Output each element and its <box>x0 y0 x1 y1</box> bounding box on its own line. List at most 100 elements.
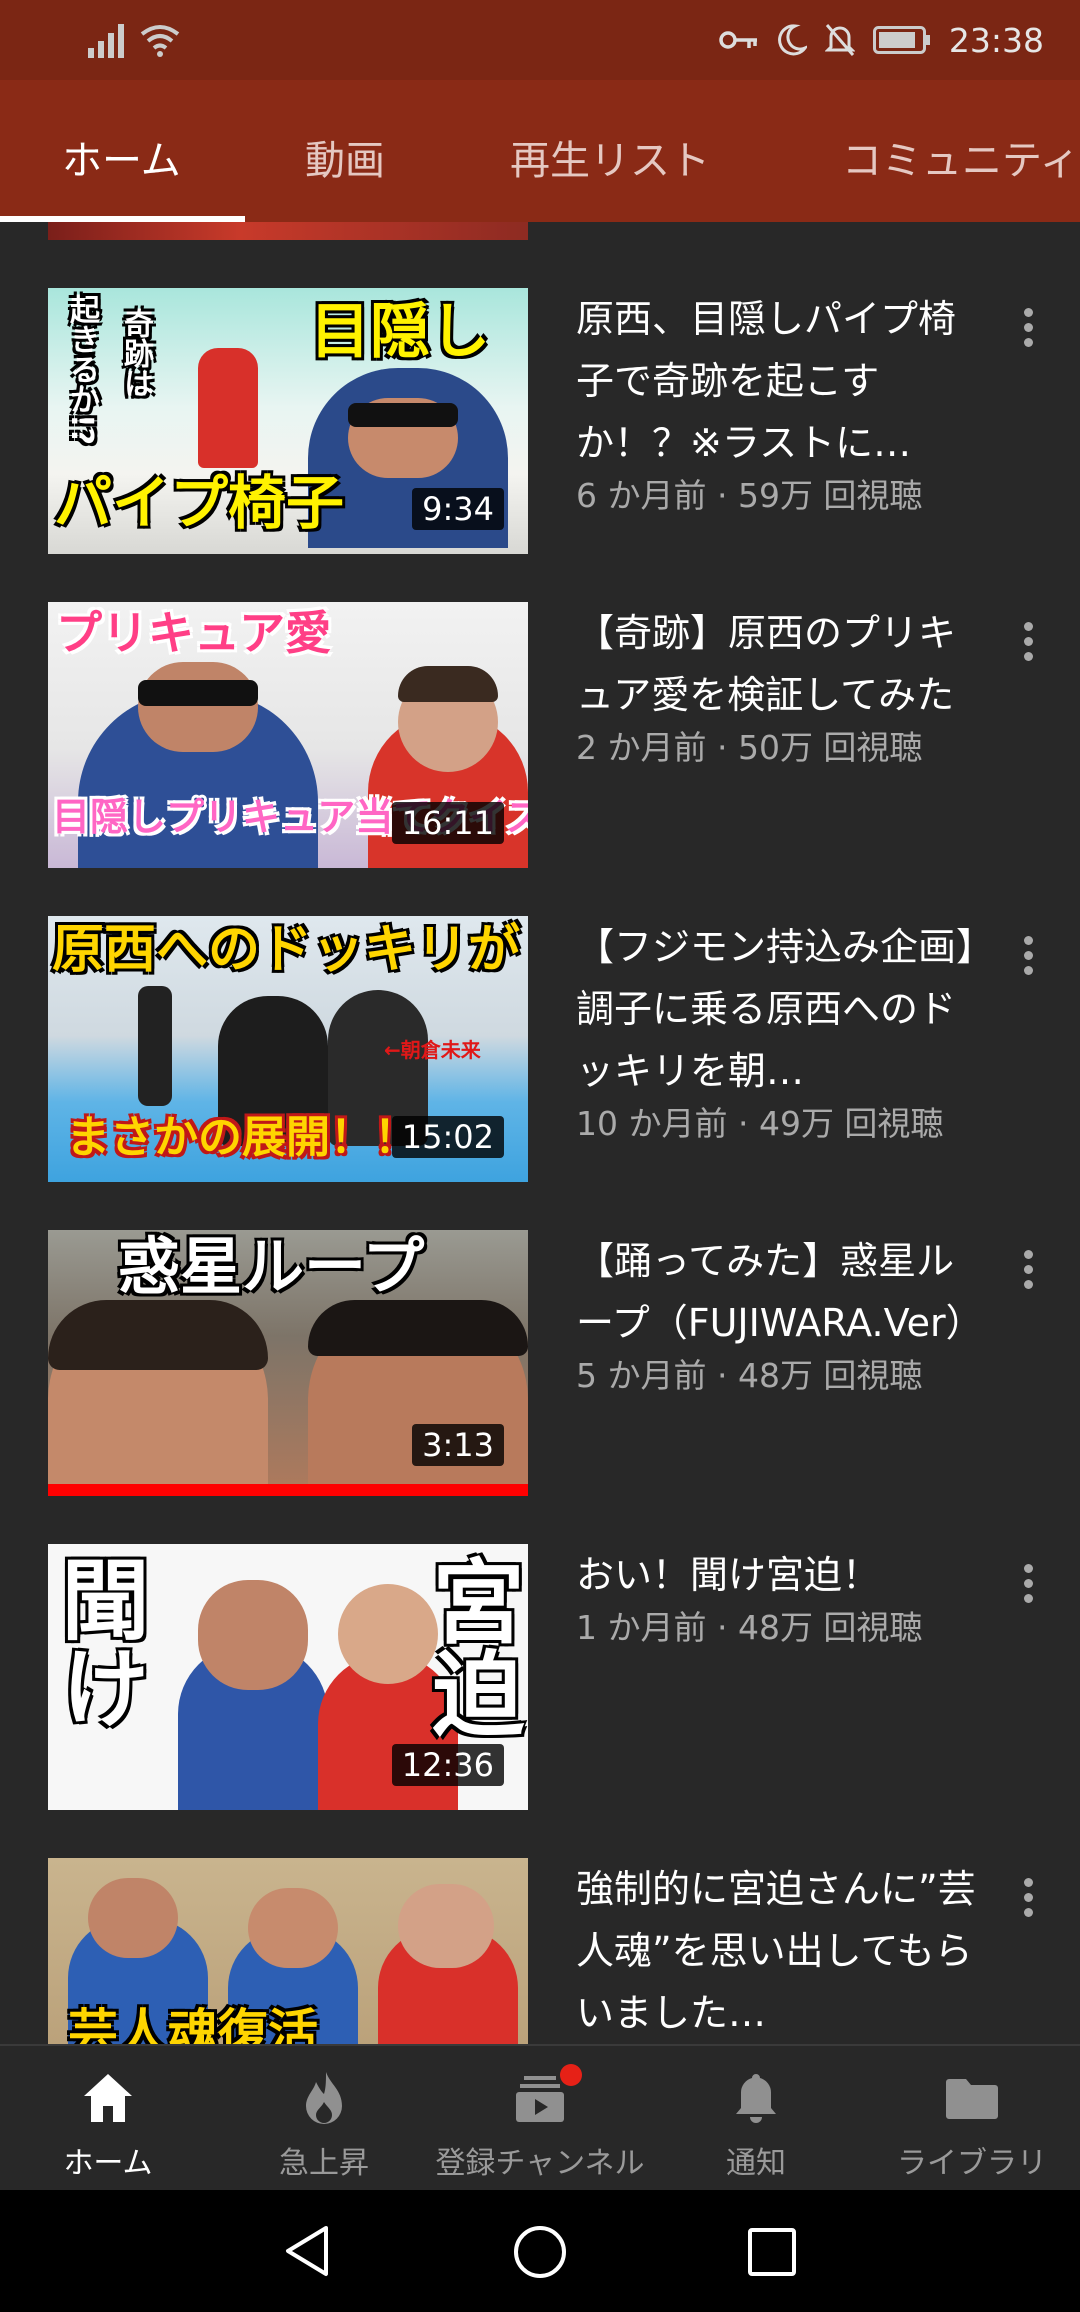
notification-badge <box>560 2064 582 2086</box>
video-thumbnail[interactable]: 原西へのドッキリが まさかの展開！！ ←朝倉未来 15:02 <box>48 916 528 1182</box>
more-vert-icon[interactable] <box>1016 936 1040 986</box>
punching-bag-shape <box>138 986 172 1106</box>
nav-subscriptions-label: 登録チャンネル <box>435 2146 645 2181</box>
thumb-caption: パイプ椅子 <box>54 469 345 537</box>
video-duration: 15:02 <box>391 1116 504 1158</box>
video-thumbnail[interactable]: プリキュア愛 目隠しプリキュア当てクイズ 16:11 <box>48 602 528 868</box>
thumb-caption: まさかの展開！！ <box>66 1112 418 1163</box>
tab-videos[interactable]: 動画 <box>305 128 385 186</box>
video-item[interactable]: 惑星ループ 3:13 【踊ってみた】惑星ループ（FUJIWARA.Ver） 5 … <box>0 1230 1080 1500</box>
thumb-caption: 奇跡は <box>118 308 153 398</box>
video-stats: 10 か月前 · 49万 回視聴 <box>576 1104 944 1143</box>
video-stats: 5 か月前 · 48万 回視聴 <box>576 1356 923 1395</box>
video-item[interactable]: プリキュア愛 目隠しプリキュア当てクイズ 16:11 【奇跡】原西のプリキュア愛… <box>0 602 1080 872</box>
nav-library-label: ライブラリ <box>897 2146 1047 2181</box>
more-vert-icon[interactable] <box>1016 1878 1040 1928</box>
video-stats: 1 か月前 · 48万 回視聴 <box>576 1608 923 1647</box>
home-icon <box>84 2074 132 2122</box>
video-meta[interactable]: 【奇跡】原西のプリキュア愛を検証してみた 2 か月前 · 50万 回視聴 <box>576 602 976 770</box>
thumb-caption: 宮迫 <box>417 1554 524 1738</box>
face-shape <box>198 1580 308 1690</box>
flame-icon <box>306 2072 342 2124</box>
watched-progress-bar <box>48 1484 528 1496</box>
back-icon[interactable] <box>282 2224 332 2278</box>
face-shape <box>138 662 258 752</box>
nav-trending[interactable]: 急上昇 <box>216 2046 432 2192</box>
previous-video-thumbnail[interactable] <box>48 222 528 240</box>
tab-community[interactable]: コミュニティ <box>842 128 1080 186</box>
video-title[interactable]: おい！聞け宮迫！ <box>576 1544 976 1606</box>
video-title[interactable]: 【奇跡】原西のプリキュア愛を検証してみた <box>576 602 976 726</box>
video-item[interactable]: 聞け 宮迫 12:36 おい！聞け宮迫！ 1 か月前 · 48万 回視聴 <box>0 1544 1080 1814</box>
video-title[interactable]: 【フジモン持込み企画】調子に乗る原西へのドッキリを朝… <box>576 916 976 1102</box>
face-shape <box>398 1884 494 1968</box>
thumb-caption: 惑星ループ <box>118 1230 425 1303</box>
video-stats: 2 か月前 · 50万 回視聴 <box>576 728 923 767</box>
recents-icon[interactable] <box>746 2226 798 2278</box>
video-thumbnail[interactable]: 惑星ループ 3:13 <box>48 1230 528 1496</box>
signal-icon <box>88 24 124 58</box>
nav-trending-label: 急上昇 <box>279 2146 369 2181</box>
key-icon <box>719 31 757 49</box>
video-item[interactable]: 原西へのドッキリが まさかの展開！！ ←朝倉未来 15:02 【フジモン持込み企… <box>0 916 1080 1186</box>
more-vert-icon[interactable] <box>1016 308 1040 358</box>
tab-playlists[interactable]: 再生リスト <box>510 128 710 186</box>
video-meta[interactable]: おい！聞け宮迫！ 1 か月前 · 48万 回視聴 <box>576 1544 976 1650</box>
battery-icon <box>872 26 930 54</box>
face-shape <box>248 1888 338 1968</box>
bell-off-icon <box>824 24 855 56</box>
wifi-icon <box>140 25 180 57</box>
blindfold-shape <box>348 403 458 427</box>
nav-notifications-label: 通知 <box>726 2146 786 2181</box>
folder-icon <box>946 2079 998 2119</box>
thumb-caption: プリキュア愛 <box>56 606 332 660</box>
more-vert-icon[interactable] <box>1016 622 1040 672</box>
thumb-caption: 起きるか!? <box>64 294 99 446</box>
video-meta[interactable]: 原西、目隠しパイプ椅子で奇跡を起こすか！？※ラストに… 6 か月前 · 59万 … <box>576 288 976 518</box>
video-thumbnail[interactable]: 芸人魂復活 <box>48 1858 528 2044</box>
hair-shape <box>48 1300 268 1370</box>
system-navigation-bar <box>0 2190 1080 2312</box>
nav-home[interactable]: ホーム <box>0 2046 216 2192</box>
video-title[interactable]: 【踊ってみた】惑星ループ（FUJIWARA.Ver） <box>576 1230 976 1354</box>
nav-subscriptions[interactable]: 登録チャンネル <box>432 2046 648 2192</box>
hair-shape <box>308 1300 528 1356</box>
thumb-caption: 目隠し <box>310 297 490 367</box>
clock: 23:38 <box>948 20 1044 60</box>
video-meta[interactable]: 【フジモン持込み企画】調子に乗る原西へのドッキリを朝… 10 か月前 · 49万… <box>576 916 976 1146</box>
status-bar: 23:38 <box>0 0 1080 80</box>
channel-tabs: ホーム 動画 再生リスト コミュニティ <box>0 80 1080 222</box>
video-title[interactable]: 強制的に宮迫さんに”芸人魂”を思い出してもらいました… <box>576 1858 976 2044</box>
video-title[interactable]: 原西、目隠しパイプ椅子で奇跡を起こすか！？※ラストに… <box>576 288 976 474</box>
video-duration: 9:34 <box>412 488 504 530</box>
face-shape <box>88 1878 178 1958</box>
video-stats: 6 か月前 · 59万 回視聴 <box>576 476 923 515</box>
hair-shape <box>398 666 498 702</box>
bell-icon <box>736 2074 776 2123</box>
status-left <box>88 22 180 58</box>
video-item[interactable]: 目隠し パイプ椅子 奇跡は 起きるか!? 9:34 原西、目隠しパイプ椅子で奇跡… <box>0 288 1080 558</box>
video-thumbnail[interactable]: 目隠し パイプ椅子 奇跡は 起きるか!? 9:34 <box>48 288 528 554</box>
nav-home-label: ホーム <box>63 2146 153 2181</box>
more-vert-icon[interactable] <box>1016 1564 1040 1614</box>
bottom-navigation: ホーム 急上昇 登録チャンネル 通知 ライブラリ <box>0 2044 1080 2192</box>
nav-notifications[interactable]: 通知 <box>648 2046 864 2192</box>
video-list[interactable]: 目隠し パイプ椅子 奇跡は 起きるか!? 9:34 原西、目隠しパイプ椅子で奇跡… <box>0 222 1080 2044</box>
video-duration: 12:36 <box>391 1744 504 1786</box>
thumb-caption: ←朝倉未来 <box>384 1038 481 1062</box>
moon-icon <box>778 24 807 56</box>
video-duration: 3:13 <box>412 1424 504 1466</box>
status-right: 23:38 <box>719 14 1044 66</box>
person-red-figure <box>198 348 258 468</box>
more-vert-icon[interactable] <box>1016 1250 1040 1300</box>
video-meta[interactable]: 【踊ってみた】惑星ループ（FUJIWARA.Ver） 5 か月前 · 48万 回… <box>576 1230 976 1398</box>
home-button-icon[interactable] <box>512 2224 568 2280</box>
video-thumbnail[interactable]: 聞け 宮迫 12:36 <box>48 1544 528 1810</box>
video-item[interactable]: 芸人魂復活 強制的に宮迫さんに”芸人魂”を思い出してもらいました… <box>0 1858 1080 2044</box>
tab-home[interactable]: ホーム <box>62 128 181 186</box>
nav-library[interactable]: ライブラリ <box>864 2046 1080 2192</box>
video-duration: 16:11 <box>391 802 504 844</box>
blindfold-shape <box>138 680 258 706</box>
thumb-caption: 原西へのドッキリが <box>52 920 521 980</box>
video-meta[interactable]: 強制的に宮迫さんに”芸人魂”を思い出してもらいました… <box>576 1858 976 2044</box>
